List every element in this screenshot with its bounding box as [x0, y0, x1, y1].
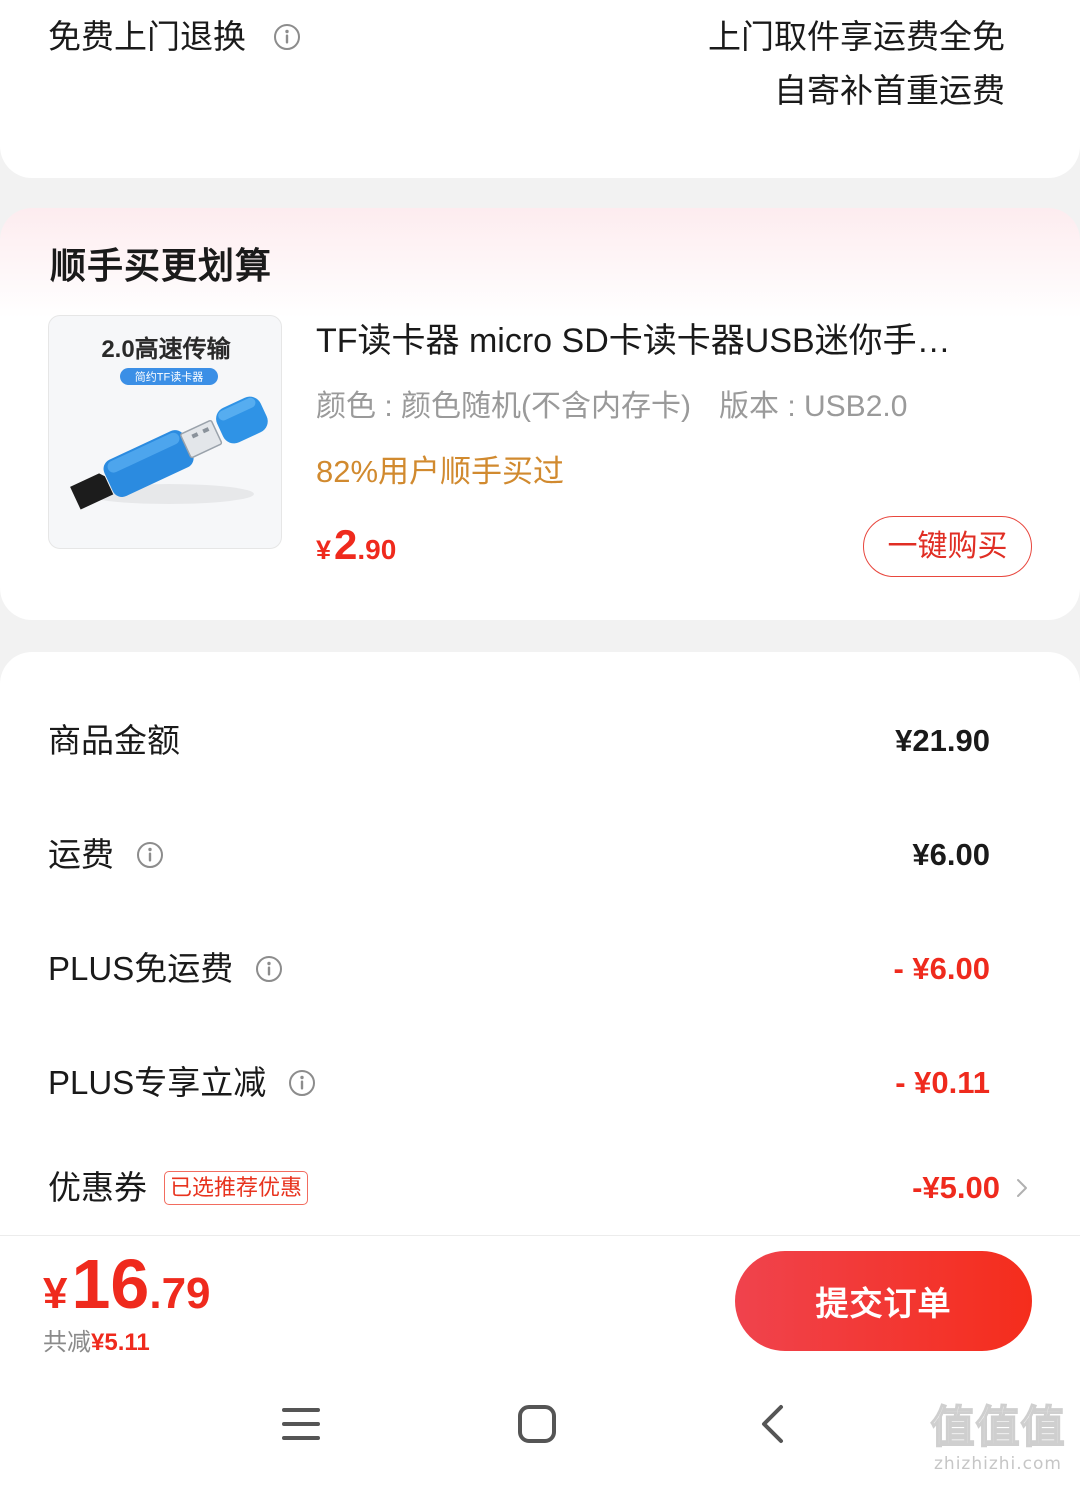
total-price: ¥16.79	[43, 1246, 211, 1322]
back-icon[interactable]	[753, 1404, 793, 1444]
price-currency: ¥	[316, 535, 332, 565]
system-navigation-bar: 值值值 zhizhizhi.com	[0, 1380, 1080, 1489]
return-service-row[interactable]: 免费上门退换	[48, 16, 301, 58]
product-image-badge: 简约TF读卡器	[135, 370, 203, 384]
product-image[interactable]: 2.0高速传输 简约TF读卡器	[48, 315, 282, 549]
summary-label: 商品金额	[48, 722, 180, 759]
summary-row-shipping: 运费 ¥6.00	[48, 825, 990, 885]
info-icon[interactable]	[255, 955, 283, 983]
checkout-bar: ¥16.79 共减¥5.11 提交订单	[0, 1235, 1080, 1380]
summary-label: PLUS专享立减	[48, 1064, 267, 1101]
one-click-buy-button[interactable]: 一键购买	[863, 516, 1032, 577]
total-decimal: .79	[149, 1269, 211, 1318]
addon-section-title: 顺手买更划算	[50, 245, 273, 286]
coupon-badge: 已选推荐优惠	[164, 1171, 309, 1205]
watermark-url: zhizhizhi.com	[934, 1454, 1062, 1474]
summary-value: - ¥0.11	[895, 1065, 990, 1100]
summary-value: - ¥6.00	[893, 951, 990, 986]
savings-label: 共减	[43, 1329, 91, 1356]
summary-label: 优惠券	[48, 1169, 147, 1206]
product-price: ¥2.90	[316, 518, 396, 572]
submit-order-button[interactable]: 提交订单	[735, 1251, 1032, 1351]
summary-value: -¥5.00	[912, 1170, 1000, 1205]
info-icon[interactable]	[136, 841, 164, 869]
info-icon[interactable]	[273, 23, 301, 51]
menu-icon[interactable]	[281, 1404, 321, 1444]
return-service-detail: 上门取件享运费全免 自寄补首重运费	[708, 10, 1005, 118]
watermark: 值值值 zhizhizhi.com	[924, 1402, 1072, 1474]
price-decimal: .90	[357, 534, 397, 565]
return-service-label: 免费上门退换	[48, 18, 246, 55]
price-summary: 商品金额 ¥21.90 运费 ¥6.00 PLUS免运费 - ¥6.00 PLU…	[0, 652, 1080, 1235]
summary-row-goods-amount: 商品金额 ¥21.90	[48, 711, 990, 771]
total-currency: ¥	[43, 1269, 68, 1318]
summary-row-coupon[interactable]: 优惠券 已选推荐优惠 -¥5.00	[48, 1158, 1028, 1218]
info-icon[interactable]	[288, 1069, 316, 1097]
return-detail-self-ship: 自寄补首重运费	[774, 72, 1005, 109]
social-proof-text: 82%用户顺手买过	[316, 454, 565, 489]
home-icon[interactable]	[517, 1404, 557, 1444]
product-specs: 颜色 : 颜色随机(不含内存卡) 版本 : USB2.0	[316, 387, 1016, 427]
summary-row-plus-discount: PLUS专享立减 - ¥0.11	[48, 1053, 990, 1113]
total-integer: 16	[71, 1245, 150, 1323]
summary-label: 运费	[48, 836, 114, 873]
spec-color: 颜色 : 颜色随机(不含内存卡)	[316, 390, 691, 423]
spec-version: 版本 : USB2.0	[719, 390, 908, 423]
product-image-headline: 2.0高速传输	[101, 335, 231, 363]
chevron-right-icon[interactable]	[1016, 1177, 1028, 1199]
summary-value: ¥21.90	[895, 723, 990, 758]
summary-value: ¥6.00	[912, 837, 990, 872]
summary-row-plus-free-shipping: PLUS免运费 - ¥6.00	[48, 939, 990, 999]
savings-amount: ¥5.11	[91, 1329, 150, 1356]
price-integer: 2	[334, 521, 358, 568]
return-service-card: 免费上门退换 上门取件享运费全免 自寄补首重运费	[0, 0, 1080, 178]
total-savings: 共减¥5.11	[43, 1328, 150, 1358]
addon-section: 顺手买更划算 2.0高速传输 简约TF读卡器 TF读卡器 micro SD卡读卡…	[0, 208, 1080, 620]
watermark-logo: 值值值	[930, 1402, 1066, 1453]
return-detail-pickup: 上门取件享运费全免	[708, 18, 1005, 55]
summary-label: PLUS免运费	[48, 950, 234, 987]
product-title[interactable]: TF读卡器 micro SD卡读卡器USB迷你手…	[316, 319, 1008, 363]
